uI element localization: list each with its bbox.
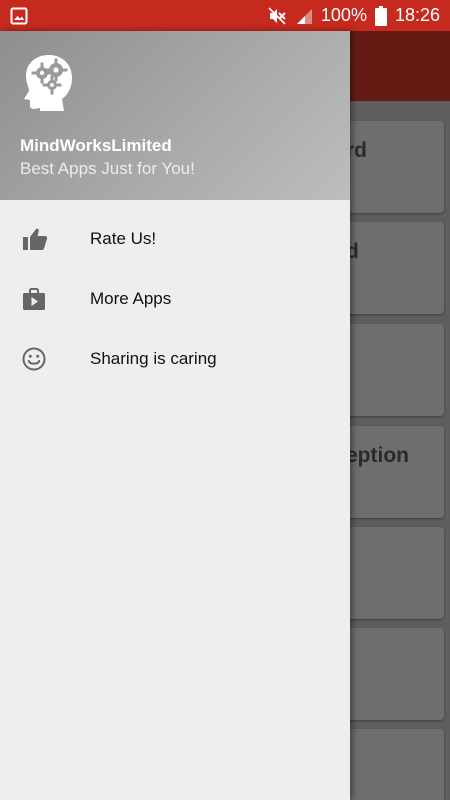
battery-percent: 100% [320,5,367,25]
drawer-menu: Rate Us! More Apps Sharing is caring [0,200,350,389]
menu-item-rate-us[interactable]: Rate Us! [0,209,350,269]
menu-item-label: Rate Us! [90,229,157,248]
menu-item-more-apps[interactable]: More Apps [0,269,350,329]
battery-icon [374,5,387,26]
menu-item-sharing[interactable]: Sharing is caring [0,329,350,389]
brain-gears-icon [22,53,76,111]
smiley-icon [0,347,90,371]
clock: 18:26 [394,5,440,25]
status-bar: 100% 18:26 [0,0,450,31]
image-icon [10,7,28,25]
shop-bag-icon [0,287,90,311]
menu-item-label: Sharing is caring [90,349,217,368]
app-name: MindWorksLimited [20,136,172,155]
card-title: eption [346,444,409,467]
signal-icon [295,7,313,25]
drawer-header: MindWorksLimited Best Apps Just for You! [0,31,350,200]
mute-icon [267,6,287,26]
app-tagline: Best Apps Just for You! [20,159,195,178]
menu-item-label: More Apps [90,289,172,308]
navigation-drawer: MindWorksLimited Best Apps Just for You!… [0,31,350,800]
thumb-up-icon [0,227,90,251]
